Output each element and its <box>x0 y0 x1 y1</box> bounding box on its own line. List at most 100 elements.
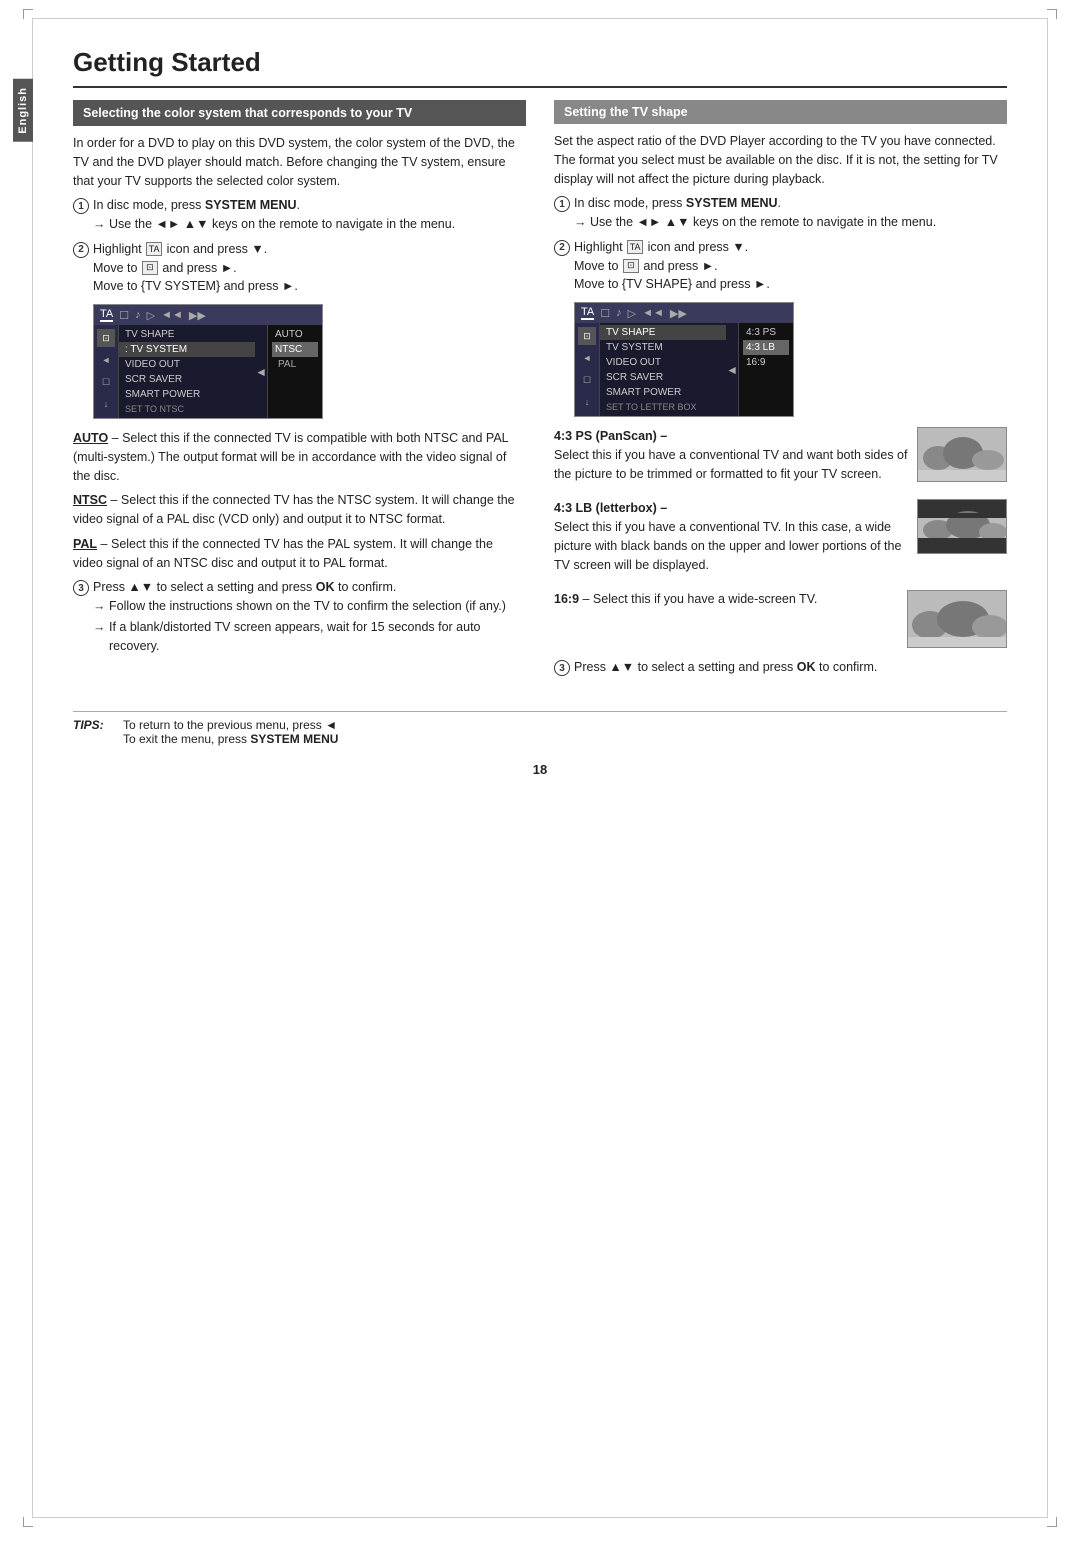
right-step-1: 1 In disc mode, press SYSTEM MENU. Use t… <box>554 194 1007 234</box>
right-menu-arrow-mid: ◄ <box>726 323 738 416</box>
topbar-icon-music: ♪ <box>135 309 141 321</box>
tips-system-menu: SYSTEM MENU <box>250 732 338 746</box>
s169-tv-img-box <box>907 590 1007 648</box>
s169-title: 16:9 <box>554 592 579 606</box>
right-step-1-content: In disc mode, press SYSTEM MENU. Use the… <box>574 194 1007 234</box>
square-icon: ⊡ <box>142 261 158 275</box>
right-right-row-43lb: 4:3 LB <box>743 340 789 355</box>
page-content: Getting Started Selecting the color syst… <box>33 19 1047 817</box>
step-2-content: Highlight TA icon and press ▼. Move to ⊡… <box>93 240 526 296</box>
step-2-num: 2 <box>73 242 89 258</box>
right-menu-screenshot: TA ☐ ♪ ▷ ◄◄ ▶▶ ⊡ ◄ ☐ ↓ <box>574 302 794 417</box>
ps-block: 4:3 PS (PanScan) – Select this if you ha… <box>554 427 1007 489</box>
step-3-arrow2: If a blank/distorted TV screen appears, … <box>93 618 526 656</box>
right-left-icon-1: ⊡ <box>578 327 596 345</box>
page-border: English Getting Started Selecting the co… <box>32 18 1048 1518</box>
step-3-num: 3 <box>73 580 89 596</box>
right-step-2-content: Highlight TA icon and press ▼. Move to ⊡… <box>574 238 1007 294</box>
right-step-1-num: 1 <box>554 196 570 212</box>
right-step-2-sub2: Move to {TV SHAPE} and press ►. <box>574 275 1007 294</box>
right-menu-right-col: 4:3 PS 4:3 LB 16:9 <box>738 323 793 416</box>
right-menu-row-smartpower: SMART POWER <box>600 385 726 400</box>
ok-label: OK <box>316 580 335 594</box>
right-ta-icon: TA <box>627 240 643 254</box>
pal-label: PAL <box>73 537 97 551</box>
right-sq-icon: ⊡ <box>623 259 639 273</box>
lb-block: 4:3 LB (letterbox) – Select this if you … <box>554 499 1007 580</box>
right-ok-label: OK <box>797 660 816 674</box>
step-2-sub1: Move to ⊡ and press ►. <box>93 259 526 278</box>
right-menu-center-col: TV SHAPE TV SYSTEM VIDEO OUT SCR SAVER S… <box>600 323 726 416</box>
menu-right-col: AUTO NTSC PAL <box>267 325 322 418</box>
menu-row-scrsaver: SCR SAVER <box>119 372 255 387</box>
right-menu-body: ⊡ ◄ ☐ ↓ TV SHAPE TV SYSTEM VIDEO OUT <box>575 323 793 416</box>
two-column-layout: Selecting the color system that correspo… <box>73 100 1007 681</box>
right-menu-topbar: TA ☐ ♪ ▷ ◄◄ ▶▶ <box>575 303 793 323</box>
topbar-icon-fwd: ▶▶ <box>189 309 206 322</box>
menu-arrow-mid: ◄ <box>255 325 267 418</box>
right-topbar-sq: ☐ <box>600 307 610 320</box>
menu-topbar: TA ☐ ♪ ▷ ◄◄ ▶▶ <box>94 305 322 325</box>
left-menu-screenshot-container: TA ☐ ♪ ▷ ◄◄ ▶▶ ⊡ ◄ ☐ ↓ <box>93 304 526 419</box>
right-menu-center-right: TV SHAPE TV SYSTEM VIDEO OUT SCR SAVER S… <box>599 323 793 416</box>
right-step-2-sub1: Move to ⊡ and press ►. <box>574 257 1007 276</box>
right-column: Setting the TV shape Set the aspect rati… <box>554 100 1007 681</box>
tips-line1: To return to the previous menu, press ◄ <box>123 718 338 732</box>
lb-tv-image <box>917 499 1007 554</box>
right-step-1-bold: SYSTEM MENU <box>686 196 778 210</box>
right-step-3: 3 Press ▲▼ to select a setting and press… <box>554 658 1007 677</box>
right-topbar-music: ♪ <box>616 307 622 319</box>
left-step-2: 2 Highlight TA icon and press ▼. Move to… <box>73 240 526 296</box>
ta-icon: TA <box>146 242 162 256</box>
step-3-content: Press ▲▼ to select a setting and press O… <box>93 578 526 657</box>
left-column: Selecting the color system that correspo… <box>73 100 526 681</box>
right-topbar-play: ▷ <box>628 307 636 320</box>
menu-center-right: TV SHAPE : TV SYSTEM VIDEO OUT SCR SAVER… <box>118 325 322 418</box>
lb-tv-img-box <box>917 499 1007 554</box>
auto-label: AUTO <box>73 431 108 445</box>
right-left-icon-2: ◄ <box>578 349 596 367</box>
right-left-icon-3: ☐ <box>578 371 596 389</box>
tips-content: To return to the previous menu, press ◄ … <box>123 718 338 746</box>
right-right-row-43ps: 4:3 PS <box>743 325 789 340</box>
right-menu-left-col: ⊡ ◄ ☐ ↓ <box>575 323 599 416</box>
menu-body: ⊡ ◄ ☐ ↓ TV SHAPE : TV SYSTEM VIDEO OUT <box>94 325 322 418</box>
right-intro: Set the aspect ratio of the DVD Player a… <box>554 132 1007 188</box>
s169-block: 16:9 – Select this if you have a wide-sc… <box>554 590 1007 648</box>
right-menu-screenshot-container: TA ☐ ♪ ▷ ◄◄ ▶▶ ⊡ ◄ ☐ ↓ <box>574 302 1007 417</box>
step-1-arrow: Use the ◄► ▲▼ keys on the remote to navi… <box>93 215 526 234</box>
right-topbar-ta: TA <box>581 306 594 320</box>
left-section-header: Selecting the color system that correspo… <box>73 100 526 126</box>
auto-desc: AUTO – Select this if the connected TV i… <box>73 429 526 485</box>
right-section-header: Setting the TV shape <box>554 100 1007 124</box>
left-icon-4: ↓ <box>97 395 115 413</box>
lb-mountain-svg <box>918 500 1007 554</box>
step-1-content: In disc mode, press SYSTEM MENU. Use the… <box>93 196 526 236</box>
topbar-icon-play: ▷ <box>147 309 155 322</box>
right-step-2: 2 Highlight TA icon and press ▼. Move to… <box>554 238 1007 294</box>
ntsc-desc: NTSC – Select this if the connected TV h… <box>73 491 526 529</box>
step-2-sub2: Move to {TV SYSTEM} and press ►. <box>93 277 526 296</box>
right-menu-row-scrsaver: SCR SAVER <box>600 370 726 385</box>
menu-row-tvsystem: : TV SYSTEM <box>119 342 255 357</box>
menu-row-setntsc: SET TO NTSC <box>119 402 255 416</box>
menu-row-videoout: VIDEO OUT <box>119 357 255 372</box>
left-icon-1: ⊡ <box>97 329 115 347</box>
s169-tv-image <box>907 590 1007 648</box>
page-title: Getting Started <box>73 47 1007 88</box>
tips-line2: To exit the menu, press SYSTEM MENU <box>123 732 338 746</box>
menu-row-tvshape: TV SHAPE <box>119 327 255 342</box>
right-menu-row-videoout: VIDEO OUT <box>600 355 726 370</box>
step-3-arrow1: Follow the instructions shown on the TV … <box>93 597 526 616</box>
ps-title: 4:3 PS (PanScan) – <box>554 429 667 443</box>
right-row-pal: PAL <box>272 357 318 372</box>
sidebar-language-label: English <box>13 79 33 142</box>
left-step-3: 3 Press ▲▼ to select a setting and press… <box>73 578 526 657</box>
menu-left-col: ⊡ ◄ ☐ ↓ <box>94 325 118 418</box>
right-step-2-num: 2 <box>554 240 570 256</box>
right-row-auto: AUTO <box>272 327 318 342</box>
right-menu-row-tvsystem: TV SYSTEM <box>600 340 726 355</box>
right-menu-row-tvshape: TV SHAPE <box>600 325 726 340</box>
step-1-bold: SYSTEM MENU <box>205 198 297 212</box>
page-number: 18 <box>73 762 1007 777</box>
